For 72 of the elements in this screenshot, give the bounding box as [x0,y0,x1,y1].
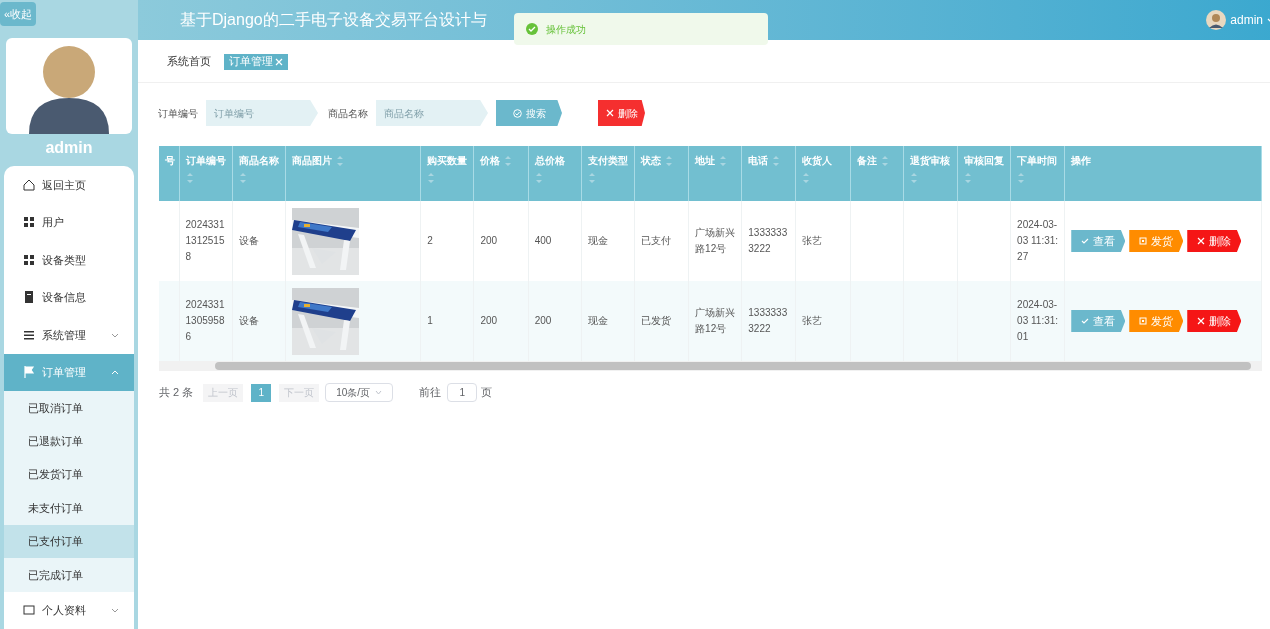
app-title: 基于Django的二手电子设备交易平台设计与 [180,10,487,30]
sort-icon [587,172,596,184]
delete-button[interactable]: 删除 [598,100,645,126]
submenu-item[interactable]: 未支付订单 [4,491,134,525]
sort-icon [534,172,543,184]
tab[interactable]: 订单管理 [224,53,288,70]
grid-icon [22,252,36,267]
home-icon [22,177,36,192]
submenu-item[interactable]: 已完成订单 [4,558,134,592]
sort-icon [963,172,972,184]
check-icon [1081,237,1090,245]
input-field[interactable]: 商品名称 [376,100,488,126]
sort-icon [427,172,436,184]
tab[interactable]: 系统首页 [162,53,216,70]
submenu-item[interactable]: 已支付订单 [4,524,134,559]
sort-icon [802,172,811,184]
delete-button[interactable]: 删除 [1187,230,1242,252]
card-icon [22,603,36,618]
total-count: 共 2 条 [159,385,194,401]
sidebar-item[interactable]: 用户 [4,203,134,242]
sort-icon [185,172,194,184]
ship-button[interactable]: 发货 [1129,230,1184,252]
sort-icon [335,155,344,167]
close-icon [1197,317,1206,325]
square-icon [1139,237,1148,245]
submenu-item[interactable]: 已退款订单 [4,424,134,458]
collapse-button[interactable]: «收起 [0,2,37,26]
square-icon [1139,317,1148,325]
submenu-item[interactable]: 已发货订单 [4,457,134,492]
sidebar-item[interactable]: 返回主页 [4,166,134,204]
check-icon [1081,317,1090,325]
sort-icon [719,155,728,167]
sidebar-item[interactable]: 个人资料 [4,591,134,629]
sort-icon [504,155,513,167]
search-button[interactable]: 搜索 [496,100,562,126]
sort-icon [909,172,918,184]
sidebar-item[interactable]: 设备信息 [4,278,134,317]
page-button[interactable]: 1 [251,383,272,402]
avatar-icon [1206,10,1227,30]
check-circle-icon [526,23,538,35]
user-name: admin [44,138,94,159]
close-icon [605,109,614,117]
flag-icon [22,365,36,380]
delete-button[interactable]: 删除 [1187,310,1242,332]
sort-icon [238,172,247,184]
horizontal-scrollbar[interactable] [159,361,1262,371]
page-input[interactable]: 1 [447,383,478,402]
submenu-item[interactable]: 已取消订单 [4,391,134,425]
user-menu[interactable]: admin [1230,11,1263,29]
field-label: 订单编号 [158,106,198,121]
check-circle-icon [512,108,522,118]
sort-icon [1017,172,1026,184]
sidebar-item[interactable]: 订单管理 [4,353,134,392]
goto-label: 前往 [419,385,442,401]
close-icon [1197,237,1206,245]
caret-down-icon [375,389,383,396]
sidebar-item[interactable]: 系统管理 [4,316,134,354]
sort-icon [664,155,673,167]
sort-icon [772,155,781,167]
toast-message: 操作成功 [546,22,586,37]
sidebar-item[interactable]: 设备类型 [4,241,134,279]
sort-icon [880,155,889,167]
page-size-select[interactable]: 10条/页 [325,383,394,402]
page-suffix: 页 [481,385,493,401]
document-icon [22,290,36,305]
ship-button[interactable]: 发货 [1129,310,1184,332]
input-field[interactable]: 订单编号 [206,100,318,126]
view-button[interactable]: 查看 [1071,310,1126,332]
field-label: 商品名称 [328,106,368,121]
view-button[interactable]: 查看 [1071,230,1126,252]
close-icon [275,57,283,66]
grid-icon [22,215,36,230]
